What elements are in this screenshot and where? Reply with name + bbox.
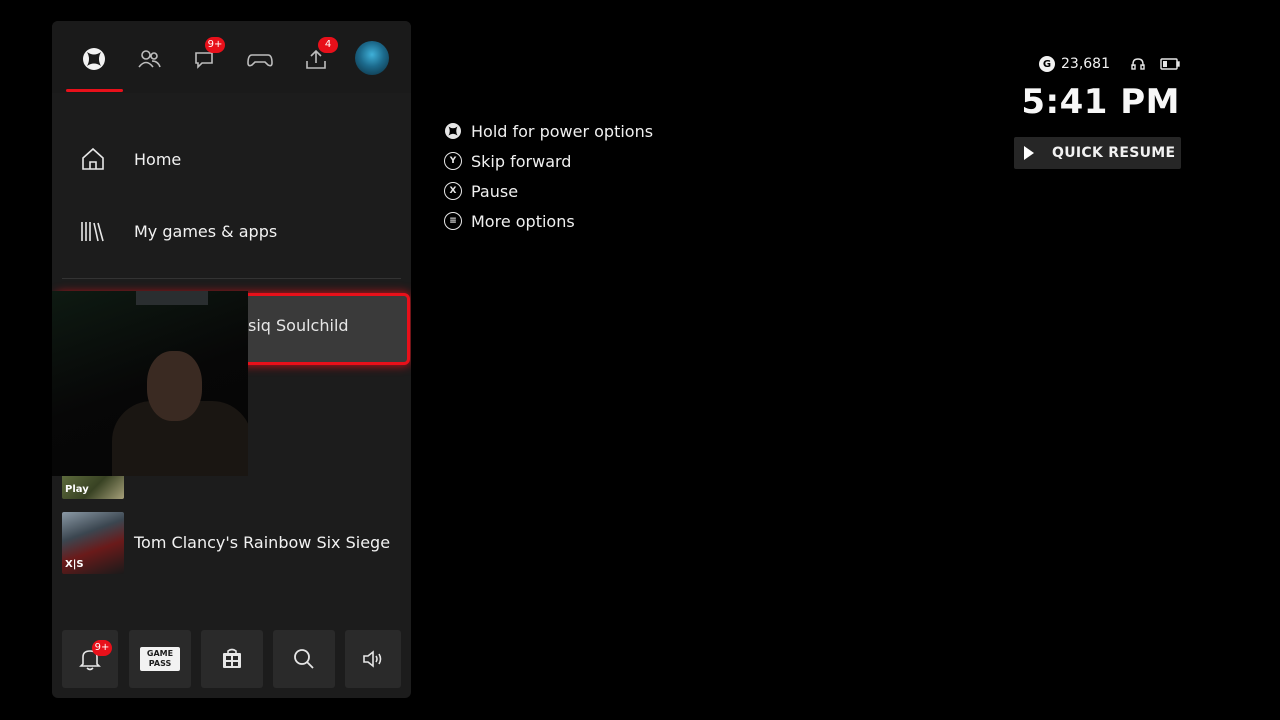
- hint-more-options: ≡ More options: [444, 206, 653, 236]
- nav-home-label: Home: [134, 149, 182, 169]
- profile-avatar[interactable]: [355, 41, 389, 75]
- y-button-icon: Y: [444, 152, 462, 170]
- rainbow-six-thumbnail: X|S: [62, 512, 124, 574]
- webcam-background-monitor: [136, 291, 208, 305]
- thumb-tag: X|S: [65, 559, 84, 570]
- nav-home[interactable]: Home: [52, 129, 411, 189]
- focused-tile-label: siq Soulchild: [248, 316, 349, 335]
- quick-resume-button[interactable]: QUICK RESUME: [1014, 137, 1181, 169]
- game-pass-logo: GAME PASS: [140, 647, 180, 671]
- button-hints: Hold for power options Y Skip forward X …: [444, 116, 653, 236]
- nav-divider: [62, 278, 401, 279]
- guide-tab-bar: 9+ 4: [52, 21, 411, 93]
- home-icon: [82, 147, 104, 170]
- tab-capture[interactable]: [240, 39, 280, 79]
- people-icon: [138, 50, 161, 68]
- game-pass-line2: PASS: [148, 659, 172, 668]
- search-icon: [294, 649, 314, 669]
- store-icon: [223, 648, 241, 668]
- gamerscore: G 23,681: [1039, 56, 1180, 72]
- recent-game-row-rainbow-six[interactable]: X|S Tom Clancy's Rainbow Six Siege: [62, 512, 402, 574]
- game-title: Tom Clancy's Rainbow Six Siege: [134, 533, 391, 552]
- menu-button-icon: ≡: [444, 212, 462, 230]
- chat-badge: 9+: [205, 37, 225, 53]
- game-pass-line1: GAME: [146, 649, 174, 658]
- controller-icon: [247, 54, 273, 67]
- notifications-button[interactable]: 9+: [62, 630, 118, 688]
- x-button-icon: X: [444, 182, 462, 200]
- xbox-button-icon: [445, 123, 461, 139]
- clock: 5:41 PM: [1021, 82, 1180, 122]
- thumb-tag: Play: [65, 484, 89, 495]
- headset-icon: [1131, 58, 1145, 70]
- quick-resume-label: QUICK RESUME: [1052, 145, 1176, 161]
- store-button[interactable]: [201, 630, 263, 688]
- battery-icon: [1160, 58, 1180, 70]
- tab-people[interactable]: [129, 39, 169, 79]
- game-pass-button[interactable]: GAME PASS: [129, 630, 191, 688]
- tab-xbox[interactable]: [74, 39, 114, 79]
- upload-badge: 4: [318, 37, 338, 53]
- nav-my-games-label: My games & apps: [134, 221, 278, 241]
- webcam-person-head: [147, 351, 202, 421]
- hint-label: More options: [471, 211, 575, 231]
- tab-upload[interactable]: 4: [296, 37, 338, 79]
- webcam-overlay: [52, 291, 248, 476]
- notifications-badge: 9+: [92, 640, 112, 656]
- library-icon: [81, 222, 104, 242]
- tab-parties-chats[interactable]: 9+: [185, 37, 225, 79]
- hint-pause: X Pause: [444, 176, 653, 206]
- play-icon: [1024, 146, 1034, 160]
- gamerscore-value: 23,681: [1061, 56, 1110, 72]
- gamerscore-icon: G: [1039, 56, 1055, 72]
- xbox-logo-icon: [83, 48, 105, 70]
- hint-label: Hold for power options: [471, 121, 654, 141]
- active-tab-indicator: [66, 89, 123, 92]
- hint-power-options: Hold for power options: [444, 116, 653, 146]
- hint-label: Skip forward: [471, 151, 572, 171]
- nav-my-games-apps[interactable]: My games & apps: [52, 201, 411, 261]
- speaker-icon: [363, 650, 382, 668]
- hint-label: Pause: [471, 181, 519, 201]
- hint-skip-forward: Y Skip forward: [444, 146, 653, 176]
- search-button[interactable]: [273, 630, 335, 688]
- volume-button[interactable]: [345, 630, 401, 688]
